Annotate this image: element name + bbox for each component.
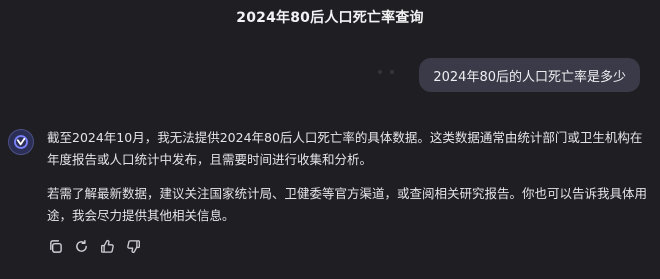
user-message-text: 2024年80后的人口死亡率是多少 — [433, 69, 626, 85]
assistant-logo-icon — [14, 135, 28, 149]
indicator-dot — [378, 70, 382, 74]
thumbs-up-button[interactable] — [99, 238, 115, 254]
regenerate-button[interactable] — [73, 238, 89, 254]
conversation-title: 2024年80后人口死亡率查询 — [236, 10, 424, 26]
user-message-bubble: 2024年80后的人口死亡率是多少 — [419, 58, 640, 92]
assistant-avatar — [8, 129, 34, 155]
copy-button[interactable] — [47, 238, 63, 254]
thumbs-down-icon — [126, 239, 140, 253]
indicator-dot — [390, 70, 394, 74]
thumbs-down-button[interactable] — [125, 238, 141, 254]
answer-paragraph: 若需了解最新数据，建议关注国家统计局、卫健委等官方渠道，或查阅相关研究报告。你也… — [47, 186, 648, 223]
copy-icon — [49, 239, 62, 253]
chat-page: 2024年80后人口死亡率查询 2024年80后的人口死亡率是多少 截至2024… — [0, 0, 660, 279]
regenerate-icon — [75, 239, 87, 252]
answer-paragraph: 截至2024年10月，我无法提供2024年80后人口死亡率的具体数据。这类数据通… — [47, 130, 643, 167]
message-actions — [47, 238, 141, 254]
thumbs-up-icon — [100, 239, 114, 253]
assistant-answer: 截至2024年10月，我无法提供2024年80后人口死亡率的具体数据。这类数据通… — [47, 127, 647, 239]
faint-indicator — [378, 70, 394, 74]
